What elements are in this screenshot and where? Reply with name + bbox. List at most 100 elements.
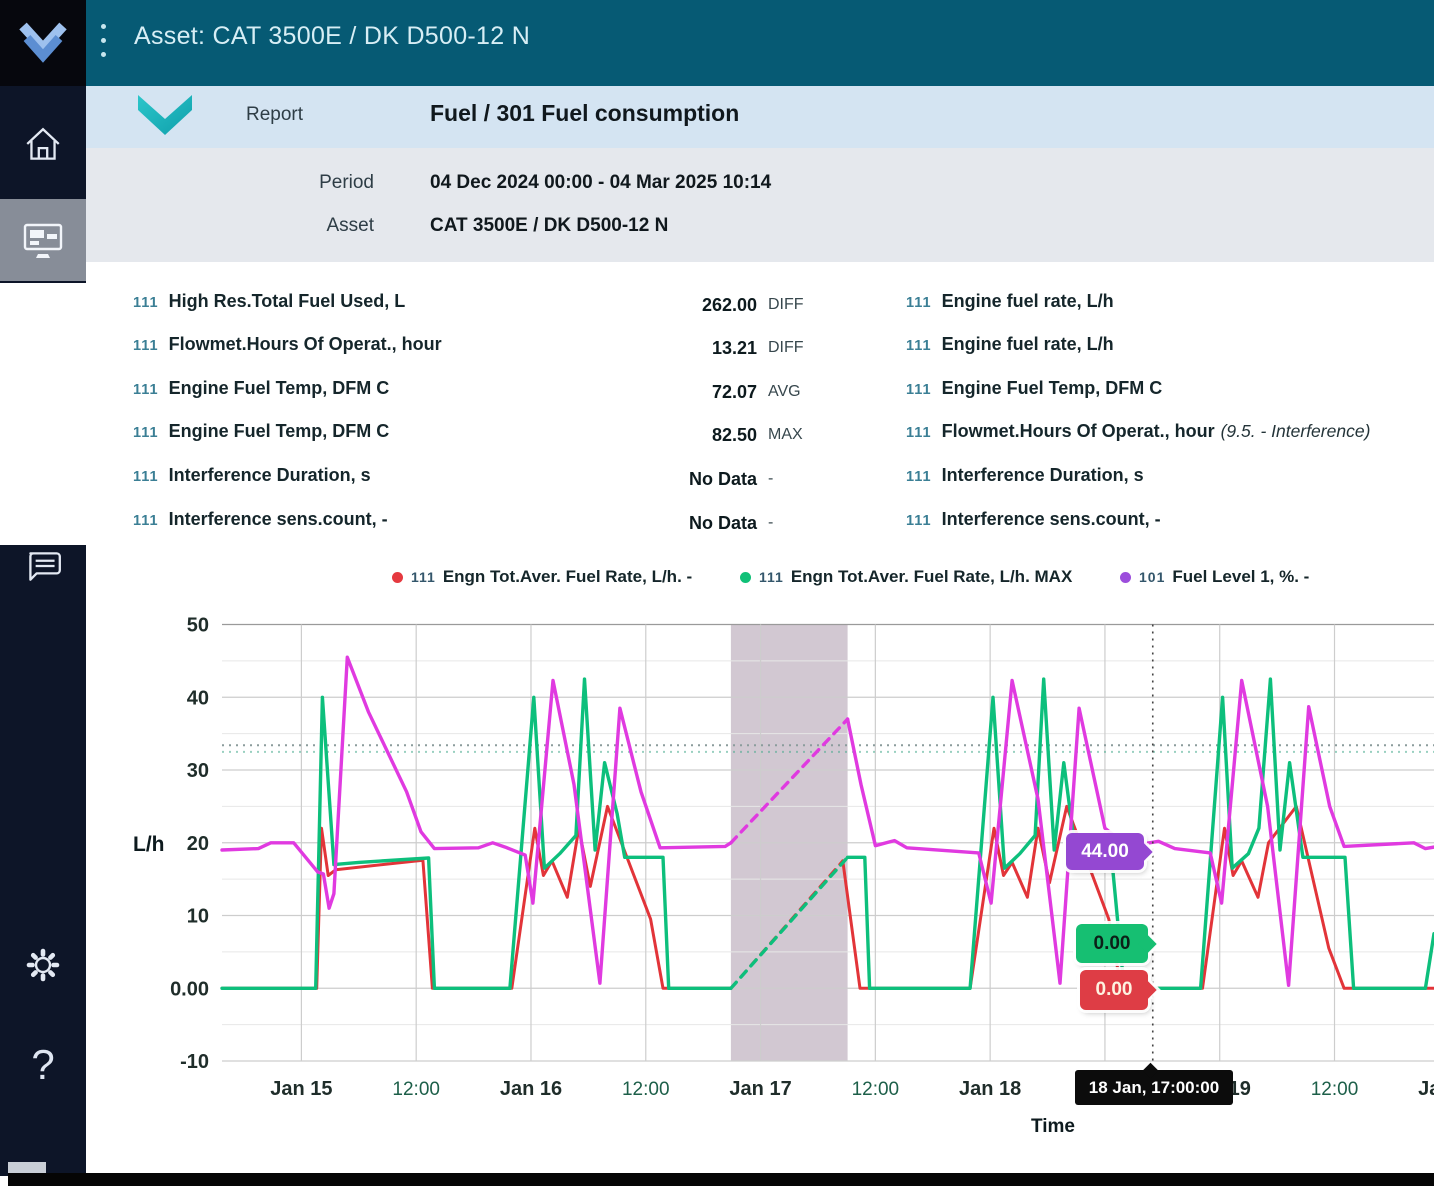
fuel-level-tooltip: 44.00	[1066, 833, 1144, 870]
unit-badge: 111	[133, 425, 159, 441]
metric-label: Interference sens.count, -	[942, 509, 1161, 530]
x-tick-label: Jan 15	[270, 1078, 332, 1100]
metric-aggregation: DIFF	[768, 296, 804, 314]
unit-badge: 101	[1139, 569, 1165, 585]
x-tick-label: 12:00	[852, 1079, 900, 1100]
metric-label: Engine fuel rate, L/h	[942, 334, 1114, 355]
chat-icon	[22, 546, 64, 586]
x-tick-label: Jan 16	[500, 1078, 562, 1100]
x-tick-label: Jan 20	[1418, 1078, 1434, 1100]
y-tick-label: 0.00	[170, 978, 209, 1000]
x-tick-label: 12:00	[1311, 1079, 1359, 1100]
x-tick-label: 12:00	[622, 1079, 670, 1100]
metric-aggregation: MAX	[768, 426, 803, 444]
app-window: ? Asset: CAT 3500E / DK D500-12 N Report…	[0, 0, 1434, 1188]
page-title: Asset: CAT 3500E / DK D500-12 N	[134, 22, 530, 51]
x-axis-title: Time	[1031, 1116, 1075, 1137]
metric-row: 111Engine Fuel Temp, DFM C	[133, 421, 389, 451]
unit-badge: 111	[133, 382, 159, 398]
metric-label: Flowmet.Hours Of Operat., hour	[942, 421, 1215, 442]
logo-chevron-icon	[17, 20, 69, 66]
legend-label: Engn Tot.Aver. Fuel Rate, L/h. MAX	[791, 567, 1072, 587]
metric-value: 13.21	[637, 338, 757, 359]
metric-aggregation: AVG	[768, 383, 801, 401]
collapse-chevron-icon[interactable]	[138, 95, 192, 142]
metric-row: 111High Res.Total Fuel Used, L	[133, 291, 405, 321]
tooltip-value: 0.00	[1094, 933, 1131, 955]
monitor-icon	[21, 219, 65, 261]
metric-note: (9.5. - Interference)	[1221, 421, 1371, 442]
metric-row: 111 Flowmet.Hours Of Operat., hour	[133, 334, 442, 364]
metric-row: 111 Engine fuel rate, L/h	[906, 291, 1120, 321]
legend-item-avg-fuel-rate[interactable]: 111 Engn Tot.Aver. Fuel Rate, L/h. -	[392, 564, 692, 590]
legend-item-max-fuel-rate[interactable]: 111 Engn Tot.Aver. Fuel Rate, L/h. MAX	[740, 564, 1072, 590]
legend-dot-green	[740, 572, 751, 583]
sidebar-item-home[interactable]	[0, 104, 86, 186]
metric-label: Interference sens.count, -	[169, 509, 388, 530]
metric-row: 111 Engine Fuel Temp, DFM C	[133, 378, 389, 408]
metric-aggregation: -	[768, 514, 773, 532]
unit-badge: 111	[906, 469, 932, 485]
window-bottom-edge	[8, 1173, 1434, 1186]
asset-value: CAT 3500E / DK D500-12 N	[430, 215, 668, 237]
tooltip-time: 18 Jan, 17:00:00	[1089, 1078, 1219, 1098]
metric-value: 262.00	[637, 295, 757, 316]
max-rate-tooltip: 0.00	[1076, 924, 1148, 963]
legend-dot-red	[392, 572, 403, 583]
report-info-panel: Period 04 Dec 2024 00:00 - 04 Mar 2025 1…	[86, 148, 1434, 262]
home-icon	[22, 124, 64, 166]
unit-badge: 111	[759, 569, 784, 585]
metric-row: 111 Interference sens.count, -	[906, 509, 1167, 539]
metric-row: 111 Interference Duration, s	[133, 465, 371, 495]
avg-rate-tooltip: 0.00	[1080, 970, 1148, 1010]
metric-aggregation: -	[768, 470, 773, 488]
legend-dot-purple	[1120, 572, 1131, 583]
metric-value: 82.50	[637, 425, 757, 446]
metric-row: 111 Engine fuel rate, L/h	[906, 334, 1120, 364]
unit-badge: 111	[906, 425, 932, 441]
legend-label: Fuel Level 1, %. -	[1172, 567, 1309, 587]
metric-value: No Data	[637, 513, 757, 534]
fuel-consumption-chart[interactable]: Jan 15 12:00 Jan 16 12:00 Jan 17 12:00 Jan 18 1…	[100, 596, 1434, 1160]
y-tick-label: 50	[187, 615, 209, 637]
x-tick-label: Jan 18	[959, 1078, 1021, 1100]
metric-row: 111 Engine Fuel Temp, DFM C	[906, 378, 1168, 408]
sidebar-item-monitoring[interactable]	[0, 199, 86, 281]
unit-badge: 111	[133, 469, 159, 485]
metric-label: Flowmet.Hours Of Operat., hour	[169, 334, 442, 355]
unit-badge: 111	[133, 338, 159, 354]
help-icon: ?	[31, 1041, 54, 1089]
unit-badge: 111	[906, 513, 932, 529]
kebab-menu-icon[interactable]	[101, 24, 111, 64]
metric-label: Interference Duration, s	[169, 465, 371, 486]
unit-badge: 111	[906, 382, 932, 398]
logo-block[interactable]	[0, 0, 86, 86]
unit-badge: 111	[906, 295, 932, 311]
unit-badge: 111	[906, 338, 932, 354]
legend-label: Engn Tot.Aver. Fuel Rate, L/h. -	[443, 567, 692, 587]
y-tick-label: 30	[187, 760, 209, 782]
metric-label: Interference Duration, s	[942, 465, 1144, 486]
unit-badge: 111	[133, 513, 159, 529]
sidebar-item-settings[interactable]	[0, 924, 86, 1006]
report-bar: Report Fuel / 301 Fuel consumption	[86, 86, 1434, 148]
metric-label: Engine fuel rate, L/h	[942, 291, 1114, 312]
tooltip-value: 0.00	[1096, 979, 1133, 1001]
sidebar-item-help[interactable]: ?	[0, 1024, 86, 1106]
app-header: Asset: CAT 3500E / DK D500-12 N	[86, 0, 1434, 86]
metric-label: Engine Fuel Temp, DFM C	[942, 378, 1163, 399]
metric-label: Engine Fuel Temp, DFM C	[169, 378, 390, 399]
x-tick-label: Jan 17	[729, 1078, 791, 1100]
sidebar: ?	[0, 86, 86, 1176]
metric-row: 111 Flowmet.Hours Of Operat., hour (9.5. -…	[906, 421, 1370, 451]
legend-item-fuel-level[interactable]: 101 Fuel Level 1, %. -	[1120, 564, 1309, 590]
y-tick-label: 40	[187, 687, 209, 709]
metrics-table: 111High Res.Total Fuel Used, L 262.00 DI…	[0, 283, 1434, 545]
metric-value: 72.07	[637, 382, 757, 403]
y-tick-label: 20	[187, 833, 209, 855]
y-axis-title: L/h	[133, 833, 165, 856]
y-tick-label: -10	[180, 1051, 209, 1073]
metric-row: 111 Interference sens.count, -	[133, 509, 388, 539]
unit-badge: 111	[133, 295, 159, 311]
metric-aggregation: DIFF	[768, 339, 804, 357]
